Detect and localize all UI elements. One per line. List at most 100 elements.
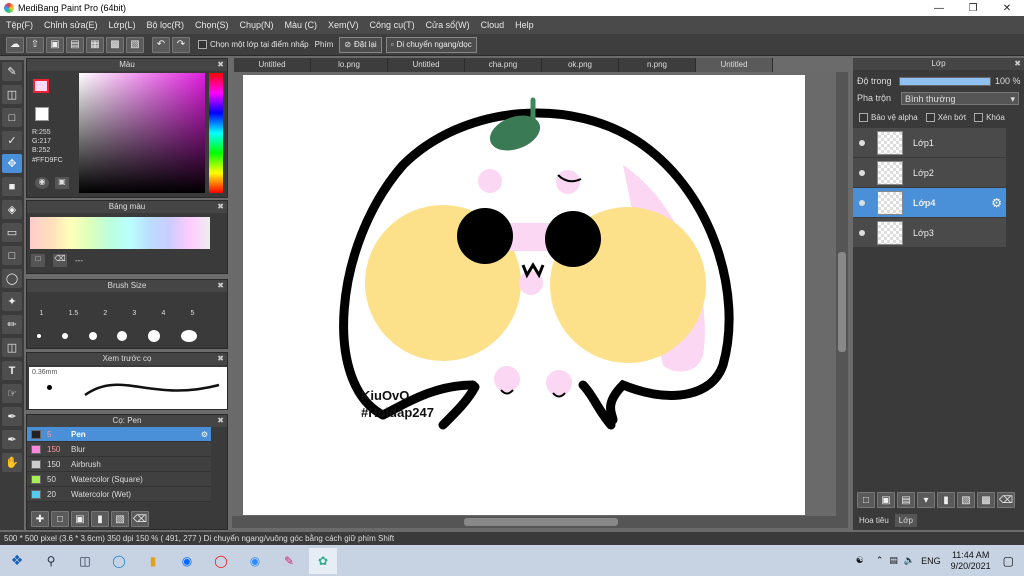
lasso-tool-icon[interactable]: ◯ [2, 269, 22, 288]
layer-folder-icon[interactable]: ▮ [937, 492, 955, 508]
brush-copy-icon[interactable]: ▣ [71, 511, 89, 527]
menu-color[interactable]: Màu (C) [285, 20, 318, 30]
lock-checkbox[interactable] [974, 112, 984, 122]
horizontal-scrollbar[interactable] [232, 516, 836, 528]
brush-delete-icon[interactable]: ⌫ [131, 511, 149, 527]
menu-edit[interactable]: Chỉnh sửa(E) [44, 20, 98, 30]
color-gradient-picker[interactable] [79, 73, 205, 193]
hue-slider[interactable] [209, 73, 223, 193]
brush-folder-icon[interactable]: ▮ [91, 511, 109, 527]
brush-item-watercolor-square[interactable]: 50 Watercolor (Square) [27, 472, 211, 487]
size-label[interactable]: 3 [132, 310, 136, 317]
menu-cloud[interactable]: Cloud [481, 20, 505, 30]
magic-wand-tool-icon[interactable]: ✦ [2, 292, 22, 311]
document-icon[interactable]: ▦ [86, 36, 104, 53]
eraser-tool-icon[interactable]: ◫ [2, 85, 22, 104]
tab-ok[interactable]: ok.png [542, 58, 619, 72]
fill-shape-tool-icon[interactable]: ■ [2, 177, 22, 196]
menu-window[interactable]: Cửa sổ(W) [426, 20, 470, 30]
palette-alt-icon[interactable]: ▣ [55, 177, 69, 189]
scroll-thumb[interactable] [838, 252, 846, 352]
people-icon[interactable]: ☯ [856, 555, 864, 566]
volume-icon[interactable]: 🔈 [904, 555, 915, 566]
file-explorer-icon[interactable]: ▮ [139, 548, 167, 574]
menu-select[interactable]: Chọn(S) [195, 20, 229, 30]
brush-size-close-icon[interactable]: ✖ [217, 280, 224, 292]
gradient-tool-icon[interactable]: ▭ [2, 223, 22, 242]
grid-icon[interactable]: ▩ [106, 36, 124, 53]
notification-icon[interactable]: ▢ [1003, 554, 1014, 568]
transparent-swatch[interactable] [35, 107, 49, 121]
eye-icon[interactable] [859, 169, 865, 176]
current-color-swatch[interactable] [33, 79, 49, 93]
brush-item-blur[interactable]: 150 Blur [27, 442, 211, 457]
move-tool-icon[interactable]: ✥ [2, 154, 22, 173]
clock[interactable]: 11:44 AM 9/20/2021 [951, 550, 991, 572]
chat-icon[interactable]: ▣ [46, 36, 64, 53]
size-dot-icon[interactable] [180, 330, 197, 342]
tab-lo[interactable]: lo.png [311, 58, 388, 72]
size-dot-icon[interactable] [37, 334, 42, 338]
layer-item-3[interactable]: Lớp3 [853, 218, 1006, 247]
select-rect-tool-icon[interactable]: □ [2, 246, 22, 265]
tab-layer[interactable]: Lớp [894, 514, 917, 527]
size-dot-icon[interactable] [61, 333, 68, 339]
menu-filter[interactable]: Bộ lọc(R) [146, 20, 184, 30]
opera-icon[interactable]: ◯ [207, 548, 235, 574]
menu-file[interactable]: Tệp(F) [6, 20, 33, 30]
brush-dup-icon[interactable]: ▧ [111, 511, 129, 527]
size-label[interactable]: 5 [190, 310, 194, 317]
new-layer-icon[interactable]: □ [857, 492, 875, 508]
blend-select[interactable]: Bình thường ▾ [901, 91, 1019, 105]
size-label[interactable]: 1.5 [69, 310, 79, 317]
zoom-icon[interactable]: ◉ [241, 548, 269, 574]
brush-add-icon[interactable]: ✚ [31, 511, 49, 527]
comment-icon[interactable]: ▤ [66, 36, 84, 53]
paint-icon[interactable]: ✎ [275, 548, 303, 574]
panel-close-icon[interactable]: ✖ [217, 59, 224, 71]
flip-button[interactable]: ▫ Di chuyển ngang/dọc [385, 36, 477, 53]
palette-icon[interactable]: ◉ [35, 177, 49, 189]
size-dot-icon[interactable] [117, 331, 128, 341]
layer-item-2[interactable]: Lớp2 [853, 158, 1006, 187]
new-8bit-layer-icon[interactable]: ▤ [897, 492, 915, 508]
gear-icon[interactable]: ⚙ [991, 196, 1002, 210]
eye-icon[interactable] [859, 139, 865, 146]
menu-tools[interactable]: Công cụ(T) [370, 20, 415, 30]
tab-untitled-3[interactable]: Untitled [696, 58, 773, 72]
tab-cha[interactable]: cha.png [465, 58, 542, 72]
undo-icon[interactable]: ↶ [152, 36, 170, 53]
eye-icon[interactable] [859, 229, 865, 236]
palette-grid[interactable] [30, 217, 210, 249]
edge-icon[interactable]: ◯ [105, 548, 133, 574]
select-pen-tool-icon[interactable]: ✏ [2, 315, 22, 334]
brush-item-watercolor-wet[interactable]: 20 Watercolor (Wet) [27, 487, 211, 502]
windows-start-icon[interactable]: ❖ [3, 548, 31, 574]
dropper-tool-icon[interactable]: ✒ [2, 407, 22, 426]
alpha-checkbox[interactable] [859, 112, 868, 122]
search-icon[interactable]: ⚲ [37, 548, 65, 574]
snap-checkbox[interactable]: Chọn một lớp tại điểm nhấp [198, 40, 309, 49]
size-label[interactable]: 2 [103, 310, 107, 317]
brush-item-pen[interactable]: 5 Pen ⚙ [27, 427, 211, 442]
vertical-scrollbar[interactable] [836, 72, 848, 528]
eyedropper-tool-icon[interactable]: ✒ [2, 430, 22, 449]
menu-view[interactable]: Xem(V) [328, 20, 359, 30]
palette-panel-close-icon[interactable]: ✖ [217, 201, 224, 213]
gear-icon[interactable]: ⚙ [201, 430, 208, 439]
new-halftone-layer-icon[interactable]: ▣ [877, 492, 895, 508]
reset-button[interactable]: ⊘ Đặt lại [339, 36, 382, 53]
layer-panel-close-icon[interactable]: ✖ [1014, 58, 1021, 70]
tab-untitled-2[interactable]: Untitled [388, 58, 465, 72]
network-icon[interactable]: ▤ [889, 555, 898, 566]
drawing-canvas[interactable]: KiuOvO #Hoidap247 [243, 75, 805, 515]
brush-list-close-icon[interactable]: ✖ [217, 415, 224, 427]
menu-snap[interactable]: Chụp(N) [240, 20, 274, 30]
merge-layer-icon[interactable]: ▩ [977, 492, 995, 508]
minimize-button[interactable]: — [922, 0, 956, 16]
task-view-icon[interactable]: ◫ [71, 548, 99, 574]
menu-help[interactable]: Help [515, 20, 534, 30]
maximize-button[interactable]: ❐ [956, 0, 990, 16]
rect-tool-icon[interactable]: □ [2, 108, 22, 127]
redo-icon[interactable]: ↷ [172, 36, 190, 53]
